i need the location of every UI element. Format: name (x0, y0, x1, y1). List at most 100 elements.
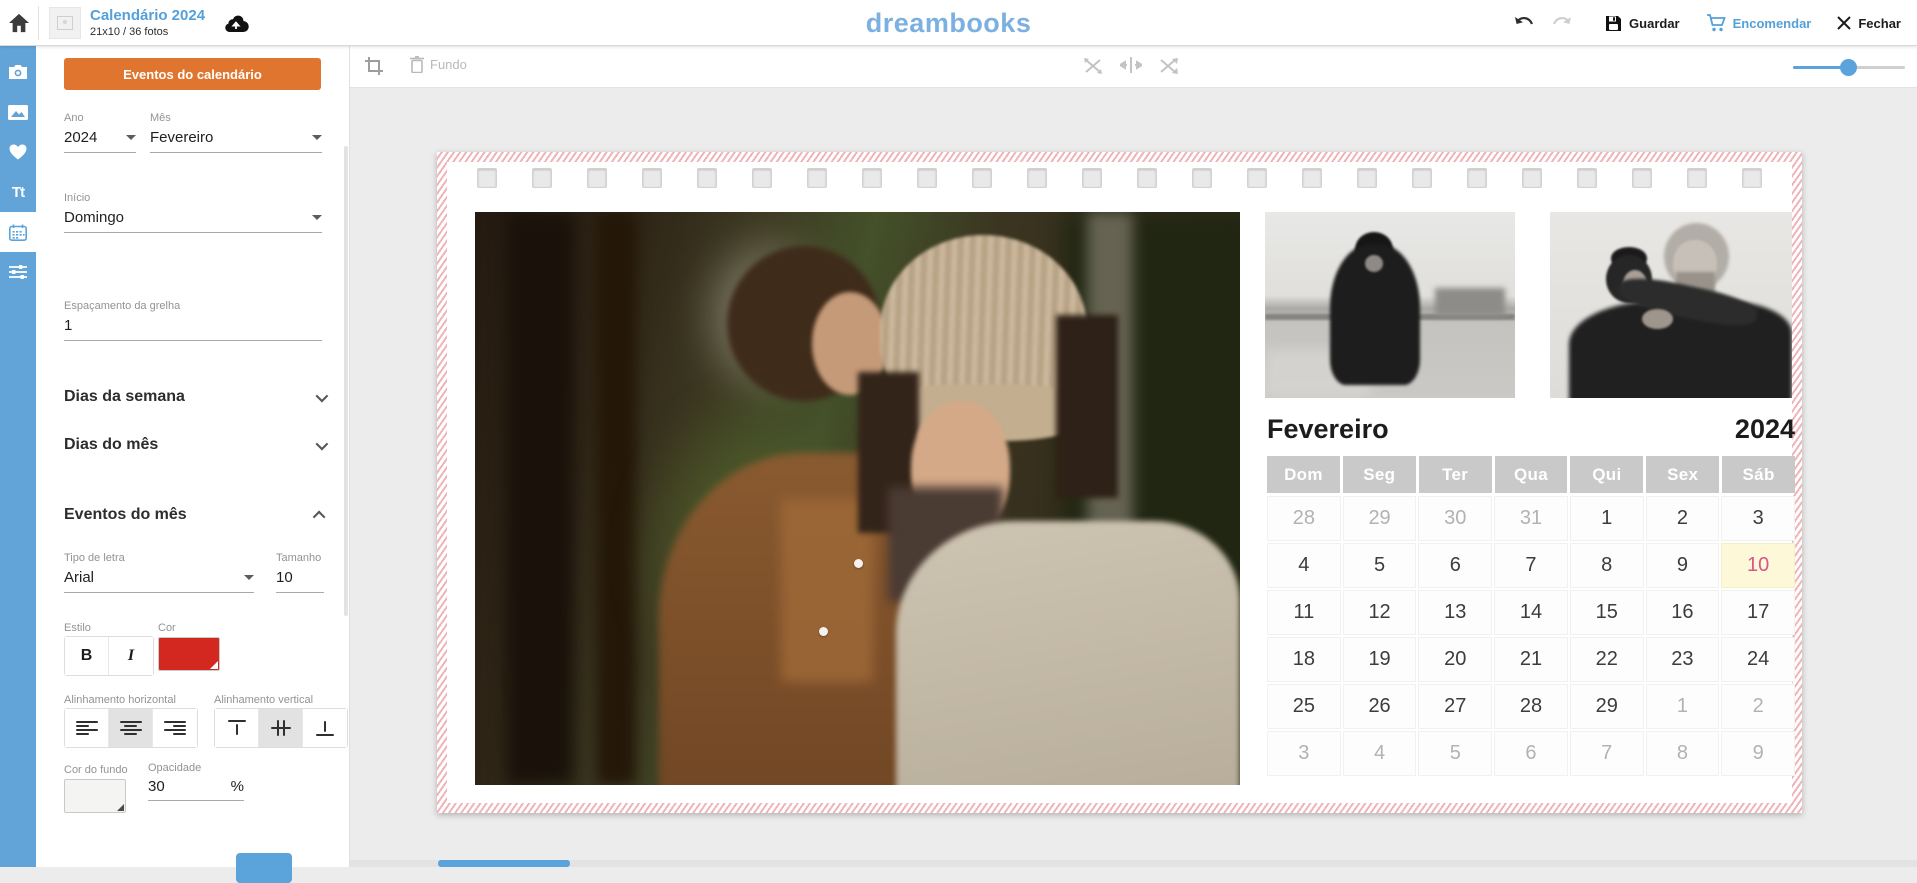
opacity-label: Opacidade (148, 762, 244, 774)
year-select[interactable]: Ano 2024 (64, 112, 136, 153)
zoom-slider[interactable] (1793, 58, 1905, 76)
apply-button-partial[interactable] (236, 853, 292, 883)
opacity-field[interactable]: Opacidade 30 % (148, 762, 244, 801)
align-left-button[interactable] (65, 709, 109, 747)
month-select[interactable]: Mês Fevereiro (150, 112, 322, 153)
rail-item-settings[interactable] (0, 252, 36, 292)
binding-hole (917, 168, 937, 188)
bg-color-label: Cor do fundo (64, 764, 128, 776)
project-title: Calendário 2024 (90, 7, 205, 24)
zoom-slider-thumb[interactable] (1840, 59, 1857, 76)
date-cell: 19 (1343, 637, 1417, 682)
align-top-button[interactable] (215, 709, 259, 747)
horizontal-scrollbar-thumb[interactable] (438, 860, 570, 867)
bold-icon: B (81, 647, 93, 665)
date-cell: 26 (1343, 684, 1417, 729)
order-button[interactable]: Encomendar (1706, 14, 1812, 32)
binding-holes (477, 168, 1762, 188)
font-family-select[interactable]: Tipo de letra Arial (64, 552, 254, 593)
binding-hole (477, 168, 497, 188)
section-weekdays[interactable]: Dias da semana (64, 388, 325, 406)
week-start-select[interactable]: Início Domingo (64, 192, 322, 233)
align-middle-button[interactable] (259, 709, 303, 747)
font-family-label: Tipo de letra (64, 552, 254, 564)
month-value: Fevereiro (150, 129, 213, 146)
shuffle-button[interactable] (1159, 57, 1179, 75)
chevron-down-icon (312, 215, 322, 220)
section-month-events[interactable]: Eventos do mês (64, 506, 325, 524)
main-photo[interactable] (475, 212, 1240, 785)
date-cell: 4 (1343, 731, 1417, 776)
calendar-events-button[interactable]: Eventos do calendário (64, 58, 321, 90)
font-size-field[interactable]: Tamanho 10 (276, 552, 324, 593)
weekday-header: Qui (1570, 456, 1643, 493)
crop-button[interactable] (364, 56, 384, 76)
calendar-block[interactable]: Fevereiro 2024 DomSegTerQuaQuiSexSáb 282… (1267, 414, 1795, 776)
flip-horizontal-icon (1120, 57, 1142, 73)
align-left-icon (76, 721, 98, 736)
bg-color-swatch[interactable] (64, 779, 126, 813)
rail-item-text[interactable]: Tt (0, 172, 36, 212)
month-label: Mês (150, 112, 322, 124)
align-top-icon (227, 720, 247, 736)
date-cell: 5 (1418, 731, 1492, 776)
settings-panel: Eventos do calendário Ano 2024 Mês Fever… (36, 46, 350, 867)
year-label: Ano (64, 112, 136, 124)
date-cell: 5 (1343, 543, 1417, 588)
project-thumbnail[interactable] (49, 7, 81, 39)
align-center-icon (120, 721, 142, 736)
date-cell: 31 (1494, 496, 1568, 541)
sliders-icon (9, 264, 27, 280)
undo-button[interactable] (1513, 15, 1535, 31)
background-delete-button[interactable]: Fundo (410, 56, 467, 73)
small-photo-1[interactable] (1265, 212, 1515, 398)
rail-item-layouts[interactable] (0, 92, 36, 132)
align-center-button[interactable] (109, 709, 153, 747)
flip-horizontal-button[interactable] (1120, 57, 1142, 75)
section-monthdays-label: Dias do mês (64, 436, 158, 454)
grid-spacing-field[interactable]: Espaçamento da grelha 1 (64, 300, 322, 341)
close-button[interactable]: Fechar (1837, 16, 1901, 31)
rail-item-calendar[interactable] (0, 212, 36, 252)
date-cell: 6 (1418, 543, 1492, 588)
binding-hole (587, 168, 607, 188)
panel-scrollbar[interactable] (344, 146, 348, 616)
rail-item-photos[interactable] (0, 52, 36, 92)
binding-hole (1302, 168, 1322, 188)
binding-hole (1522, 168, 1542, 188)
binding-hole (1192, 168, 1212, 188)
rail-item-favorites[interactable] (0, 132, 36, 172)
align-h-label: Alinhamento horizontal (64, 694, 176, 706)
redo-button[interactable] (1551, 15, 1573, 31)
date-cell: 11 (1267, 590, 1341, 635)
date-cell: 13 (1418, 590, 1492, 635)
calendar-month-title: Fevereiro (1267, 414, 1389, 445)
order-label: Encomendar (1733, 16, 1812, 31)
save-button[interactable]: Guardar (1605, 15, 1680, 32)
horizontal-scrollbar-track[interactable] (350, 860, 1917, 867)
date-cell: 20 (1418, 637, 1492, 682)
date-cell-highlighted: 10 (1721, 543, 1795, 588)
bold-button[interactable]: B (65, 637, 109, 675)
cloud-sync-button[interactable] (223, 13, 249, 33)
binding-hole (807, 168, 827, 188)
small-photo-2[interactable] (1550, 212, 1792, 398)
swap-photos-button[interactable] (1083, 57, 1103, 75)
color-swatch[interactable] (158, 637, 220, 671)
calendar-page[interactable]: Fevereiro 2024 DomSegTerQuaQuiSexSáb 282… (437, 152, 1802, 813)
opacity-suffix: % (231, 778, 244, 795)
font-size-value: 10 (276, 569, 293, 586)
date-cell: 8 (1570, 543, 1644, 588)
weekday-header: Qua (1495, 456, 1568, 493)
align-right-button[interactable] (153, 709, 197, 747)
date-cell: 22 (1570, 637, 1644, 682)
heart-icon (9, 144, 27, 160)
stage: Fundo (350, 46, 1917, 867)
italic-button[interactable]: I (109, 637, 153, 675)
chevron-down-icon (312, 135, 322, 140)
align-bottom-button[interactable] (303, 709, 347, 747)
section-monthdays[interactable]: Dias do mês (64, 436, 325, 454)
top-bar: Calendário 2024 21x10 / 36 fotos dreambo… (0, 0, 1917, 46)
date-cell: 3 (1721, 496, 1795, 541)
home-button[interactable] (0, 0, 38, 46)
